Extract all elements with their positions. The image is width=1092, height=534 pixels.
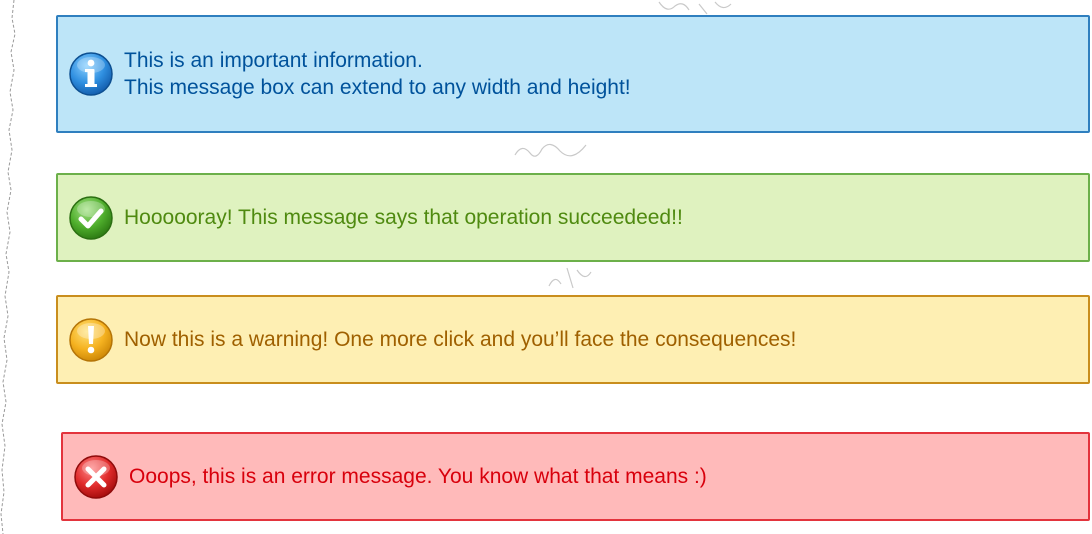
torn-paper-edge xyxy=(0,0,16,534)
info-line-1: This is an important information. xyxy=(124,49,423,72)
info-message-text: This is an important information. This m… xyxy=(124,47,631,101)
info-icon xyxy=(68,51,114,97)
close-icon xyxy=(73,454,119,500)
success-message-box: Hoooooray! This message says that operat… xyxy=(56,173,1090,262)
watermark xyxy=(548,267,592,289)
warning-message-box: Now this is a warning! One more click an… xyxy=(56,295,1090,384)
success-message-text: Hoooooray! This message says that operat… xyxy=(124,206,683,229)
exclamation-icon xyxy=(68,317,114,363)
checkmark-icon xyxy=(68,195,114,241)
warning-message-text: Now this is a warning! One more click an… xyxy=(124,328,797,351)
error-message-box: Ooops, this is an error message. You kno… xyxy=(61,432,1090,521)
error-message-text: Ooops, this is an error message. You kno… xyxy=(129,465,707,488)
watermark xyxy=(658,1,732,15)
info-message-box: This is an important information. This m… xyxy=(56,15,1090,133)
info-line-2: This message box can extend to any width… xyxy=(124,76,631,99)
watermark xyxy=(514,143,587,157)
